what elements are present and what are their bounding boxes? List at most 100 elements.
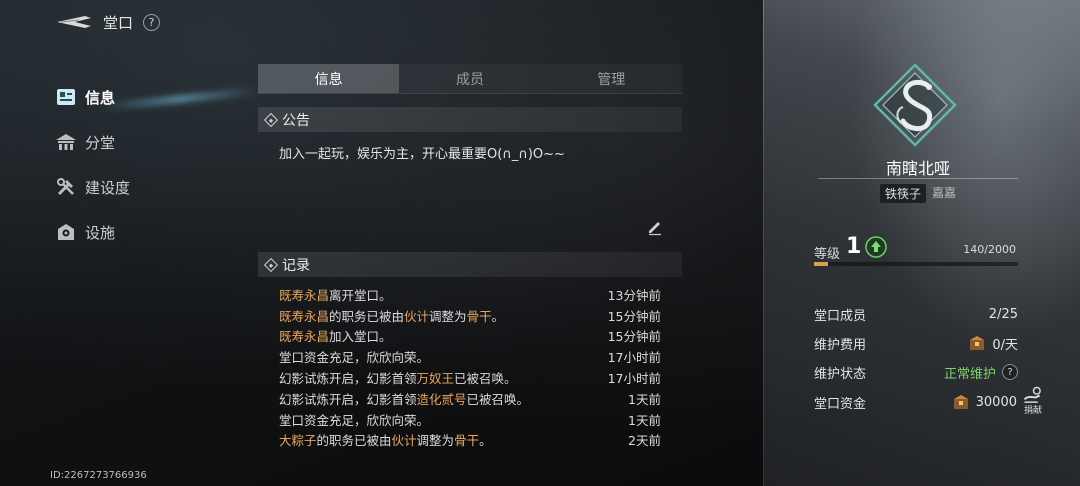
status-value-group: 正常维护 ?: [944, 363, 1018, 382]
sidebar-item-label: 建设度: [85, 178, 131, 197]
sidebar-item-branch[interactable]: 分堂: [55, 131, 215, 153]
exp-bar: [814, 262, 1018, 266]
record-text: 堂口资金充足，欣欣向荣。: [279, 347, 429, 366]
funds-chest-icon: [970, 336, 985, 350]
sidebar-item-info[interactable]: 信息: [55, 86, 215, 108]
record-row: 堂口资金充足，欣欣向荣。 17小时前: [279, 346, 661, 367]
guild-leader: 铁筷子 嘉嘉: [818, 184, 1018, 203]
level-up-icon[interactable]: [865, 236, 887, 258]
leader-name: 嘉嘉: [932, 186, 957, 200]
funds-chest-icon: [953, 395, 968, 409]
info-icon: [55, 87, 77, 107]
stat-value: 0/天: [992, 337, 1018, 353]
record-row: 既寿永昌的职务已被由伙计调整为骨干。 15分钟前: [279, 305, 661, 326]
tab-divider: [258, 93, 682, 94]
record-time: 1天前: [628, 391, 661, 407]
stat-label: 维护状态: [814, 366, 867, 382]
records-heading: 记录: [282, 257, 310, 274]
record-segment: 已被召唤。: [466, 391, 530, 407]
record-text: 大粽子的职务已被由伙计调整为骨干。: [279, 430, 492, 449]
record-time: 17小时前: [607, 350, 661, 366]
record-segment: 调整为: [416, 433, 455, 449]
records-list: 既寿永昌离开堂口。 13分钟前 既寿永昌的职务已被由伙计调整为骨干。 15分钟前 既寿永…: [279, 284, 661, 450]
sidebar-item-label: 分堂: [85, 133, 116, 152]
exp-bar-fill: [814, 262, 829, 266]
record-text: 既寿永昌离开堂口。: [279, 285, 392, 304]
record-text: 幻影试炼开启，幻影首领造化贰号已被召唤。: [279, 389, 529, 408]
record-time: 1天前: [628, 412, 661, 428]
sidebar-item-label: 设施: [85, 223, 116, 242]
record-text: 既寿永昌加入堂口。: [279, 326, 392, 345]
record-highlight: 伙计: [391, 433, 417, 449]
guild-emblem-icon: [873, 63, 957, 147]
divider: [818, 178, 1018, 179]
sidebar-item-facility[interactable]: 设施: [55, 221, 215, 243]
record-row: 堂口资金充足，欣欣向荣。 1天前: [279, 409, 661, 430]
record-segment: 调整为: [429, 308, 467, 324]
announcement-header: 公告: [258, 107, 682, 132]
tab-manage[interactable]: 管理: [541, 64, 682, 93]
record-row: 大粽子的职务已被由伙计调整为骨干。 2天前: [279, 430, 661, 451]
record-segment: 的职务已被由: [329, 308, 405, 324]
record-highlight: 造化贰号: [416, 391, 467, 407]
record-highlight: 伙计: [404, 308, 430, 324]
record-segment: 堂口资金充足，欣欣向荣。: [279, 350, 430, 366]
level-exp: 140/2000: [963, 243, 1016, 256]
sidebar-item-label: 信息: [85, 88, 116, 107]
record-row: 既寿永昌离开堂口。 13分钟前: [279, 284, 661, 305]
diamond-icon: [263, 257, 279, 272]
record-time: 15分钟前: [607, 308, 661, 324]
stat-status: 维护状态 正常维护 ?: [814, 361, 1018, 383]
stat-members: 堂口成员 2/25: [814, 303, 1018, 325]
stat-label: 堂口资金: [814, 396, 867, 412]
record-row: 既寿永昌加入堂口。 15分钟前: [279, 326, 661, 347]
record-segment: 的职务已被由: [316, 433, 392, 449]
sidebar-nav: 信息 分堂 建设度 设施: [55, 86, 215, 266]
stat-funds: 堂口资金 30000: [814, 391, 1017, 413]
record-highlight: 骨干: [454, 433, 480, 449]
stat-value: 2/25: [988, 306, 1018, 322]
record-row: 幻影试炼开启，幻影首领造化贰号已被召唤。 1天前: [279, 388, 661, 409]
help-icon[interactable]: ?: [1002, 364, 1018, 380]
edit-pencil-icon[interactable]: [646, 218, 664, 236]
sidebar-item-construction[interactable]: 建设度: [55, 176, 215, 198]
funds-value-group: 30000: [952, 393, 1017, 411]
record-segment: 。: [491, 308, 505, 324]
guild-level: 等级 1 140/2000: [814, 234, 1018, 262]
announcement-heading: 公告: [282, 112, 310, 129]
hall-icon: [55, 132, 77, 152]
upkeep-value-group: 0/天: [968, 334, 1018, 353]
stat-value: 正常维护: [943, 366, 996, 382]
announcement-text: 加入一起玩，娱乐为主，开心最重要O(∩_∩)O~~: [279, 147, 565, 162]
stat-label: 维护费用: [814, 337, 867, 353]
record-segment: 离开堂口。: [329, 287, 392, 303]
facility-icon: [55, 222, 77, 242]
record-segment: 。: [479, 433, 492, 449]
record-highlight: 大粽子: [279, 433, 317, 449]
stat-value: 30000: [975, 394, 1017, 410]
leader-role-badge: 铁筷子: [879, 184, 926, 203]
record-time: 17小时前: [607, 371, 661, 387]
level-label: 等级: [814, 247, 841, 262]
back-icon[interactable]: [55, 12, 93, 32]
page-title: 堂口: [103, 13, 134, 32]
record-segment: 加入堂口。: [329, 329, 392, 345]
record-highlight: 既寿永昌: [279, 287, 330, 303]
window-header: 堂口 ?: [55, 10, 161, 34]
donate-button[interactable]: 捐献: [1020, 386, 1046, 416]
tab-info[interactable]: 信息: [258, 64, 400, 93]
records-header: 记录: [258, 252, 682, 277]
tab-members[interactable]: 成员: [399, 64, 540, 93]
record-segment: 已被召唤。: [454, 371, 517, 387]
tab-bar: 信息 成员 管理: [258, 64, 682, 93]
record-highlight: 既寿永昌: [279, 308, 330, 324]
record-highlight: 万奴王: [416, 371, 455, 387]
record-segment: 幻影试炼开启，幻影首领: [279, 391, 417, 407]
donate-label: 捐献: [1023, 406, 1042, 416]
record-text: 堂口资金充足，欣欣向荣。: [279, 410, 429, 429]
stat-upkeep: 维护费用 0/天: [814, 332, 1018, 354]
record-time: 2天前: [628, 433, 661, 449]
stat-label: 堂口成员: [814, 308, 867, 324]
record-highlight: 既寿永昌: [279, 329, 330, 345]
help-icon[interactable]: ?: [143, 13, 161, 31]
